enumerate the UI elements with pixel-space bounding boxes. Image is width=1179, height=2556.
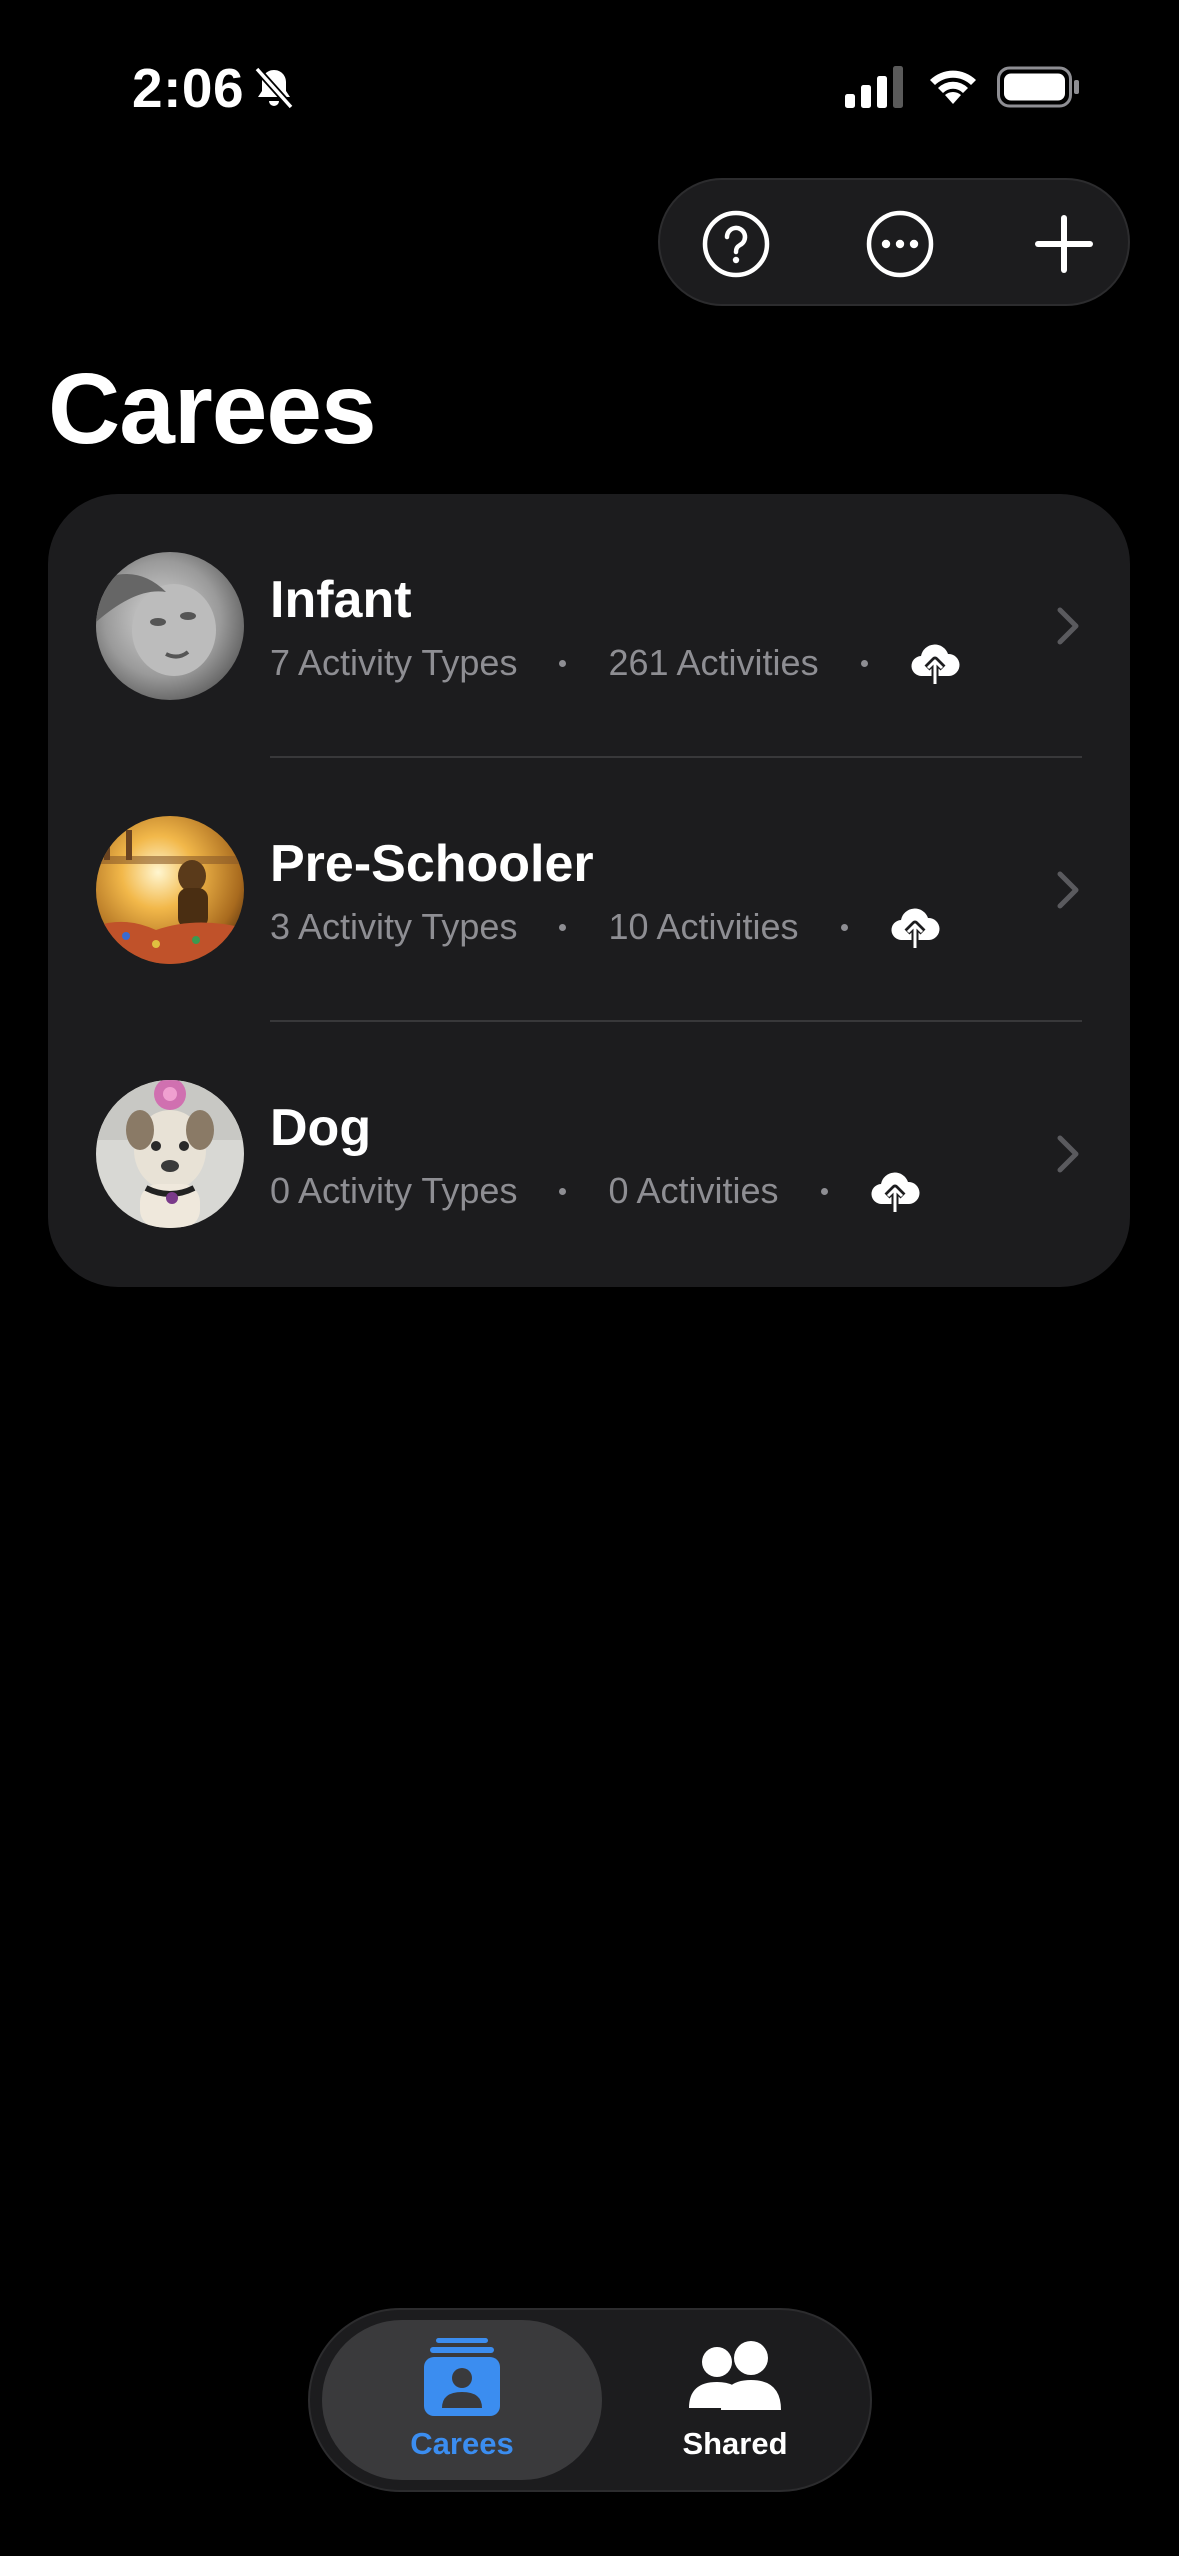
tab-bar: Carees Shared: [308, 2308, 872, 2492]
separator-dot: [559, 659, 567, 667]
page-title: Carees: [48, 353, 377, 465]
avatar: [96, 552, 244, 700]
separator-dot: [840, 923, 848, 931]
cloud-upload-icon: [911, 644, 960, 684]
tab-shared[interactable]: Shared: [610, 2320, 860, 2480]
separator-dot: [559, 1187, 567, 1195]
question-circle-icon: [702, 210, 770, 278]
dog-photo: [96, 1080, 244, 1228]
activities-count: 0 Activities: [608, 1170, 779, 1211]
avatar: [96, 1080, 244, 1228]
caree-row-dog[interactable]: Dog 0 Activity Types 0 Activities: [48, 1022, 1130, 1286]
activity-types-count: 0 Activity Types: [270, 1170, 518, 1211]
person-stack-icon: [424, 2338, 500, 2416]
caree-meta: 0 Activity Types 0 Activities: [270, 1170, 920, 1212]
battery-icon: [997, 66, 1079, 108]
caree-name: Infant: [270, 571, 412, 629]
chevron-right-icon: [1057, 1135, 1079, 1173]
caree-name: Pre-Schooler: [270, 835, 594, 893]
cellular-signal-icon: [845, 66, 903, 108]
activities-count: 10 Activities: [608, 906, 799, 947]
chevron-right-icon: [1057, 607, 1079, 645]
toolbar-actions: [658, 178, 1130, 306]
infant-photo: [96, 552, 244, 700]
separator-dot: [820, 1187, 828, 1195]
tab-label: Shared: [682, 2426, 788, 2461]
people-icon: [689, 2341, 781, 2410]
caree-row-pre-schooler[interactable]: Pre-Schooler 3 Activity Types 10 Activit…: [48, 758, 1130, 1022]
cloud-upload-icon: [871, 1172, 920, 1212]
separator-dot: [559, 923, 567, 931]
chevron-right-icon: [1057, 871, 1079, 909]
add-button[interactable]: [1022, 202, 1106, 286]
plus-icon: [1035, 215, 1093, 273]
caree-name: Dog: [270, 1099, 372, 1157]
wifi-icon: [930, 70, 976, 104]
caree-row-infant[interactable]: Infant 7 Activity Types 261 Activities: [48, 494, 1130, 758]
pre-schooler-photo: [96, 816, 244, 964]
activity-types-count: 7 Activity Types: [270, 642, 518, 683]
avatar: [96, 816, 244, 964]
ellipsis-circle-icon: [866, 210, 934, 278]
cloud-upload-icon: [891, 908, 940, 948]
tab-carees[interactable]: Carees: [322, 2320, 602, 2480]
caree-meta: 7 Activity Types 261 Activities: [270, 642, 960, 684]
more-options-button[interactable]: [858, 202, 942, 286]
tab-label: Carees: [410, 2426, 514, 2461]
caree-meta: 3 Activity Types 10 Activities: [270, 906, 940, 948]
status-bar: 2:06: [0, 0, 1179, 170]
bell-slash-icon: [254, 66, 294, 110]
carees-list: Infant 7 Activity Types 261 Activities P…: [48, 494, 1130, 1287]
activity-types-count: 3 Activity Types: [270, 906, 518, 947]
activities-count: 261 Activities: [608, 642, 819, 683]
status-time: 2:06: [132, 57, 245, 119]
help-button[interactable]: [694, 202, 778, 286]
separator-dot: [860, 659, 868, 667]
